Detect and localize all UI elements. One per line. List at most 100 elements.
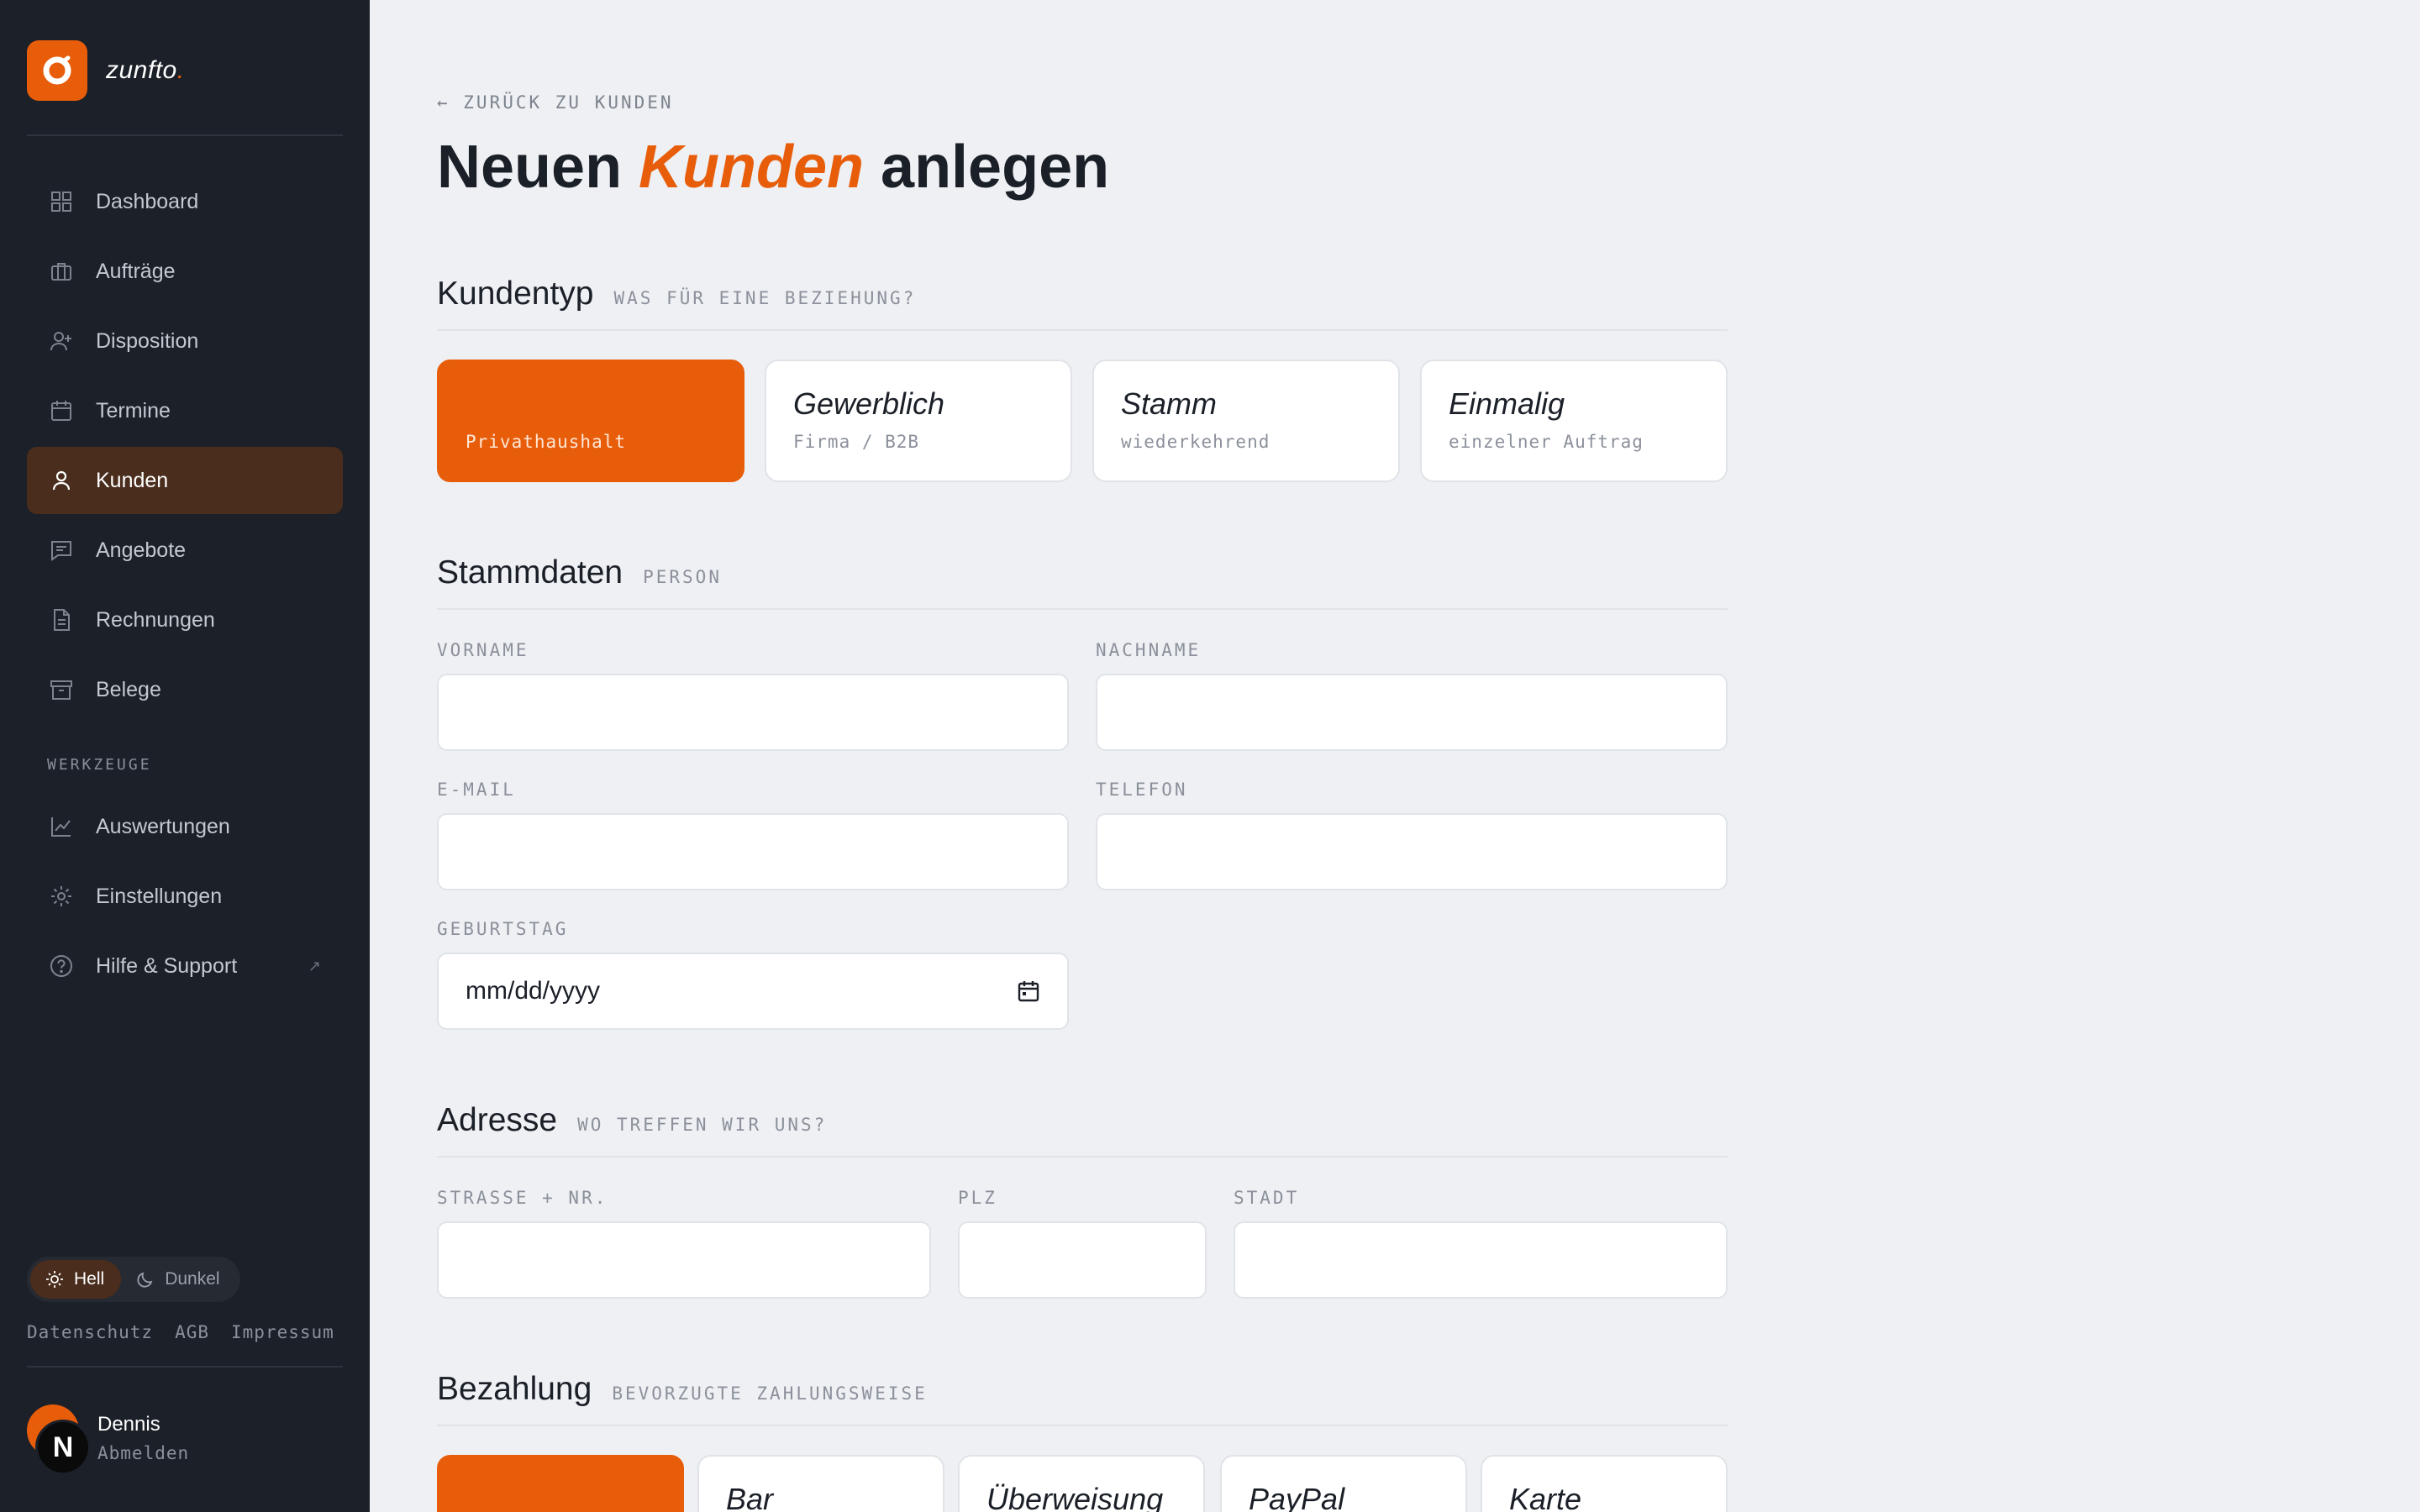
payment-option-bar[interactable]: Bar <box>697 1455 944 1512</box>
payment-option-karte[interactable]: Karte <box>1481 1455 1728 1512</box>
document-icon <box>49 607 74 633</box>
gear-icon <box>49 884 74 909</box>
archive-icon <box>49 677 74 702</box>
avatar-initial: N <box>35 1420 91 1475</box>
help-icon <box>49 953 74 979</box>
sidebar-item-hilfe[interactable]: Hilfe & Support ↗ <box>27 932 343 1000</box>
theme-toggle: Hell Dunkel <box>27 1257 240 1302</box>
calendar-icon <box>49 398 74 423</box>
sun-icon <box>45 1270 64 1289</box>
section-stammdaten: Stammdaten PERSON <box>437 554 1728 610</box>
sidebar-item-auswertungen[interactable]: Auswertungen <box>27 793 343 860</box>
section-title: Bezahlung <box>437 1371 592 1407</box>
date-placeholder: mm/dd/yyyy <box>466 977 601 1005</box>
kundentyp-option-stamm[interactable]: Stamm wiederkehrend <box>1092 360 1400 482</box>
section-subtitle: BEVORZUGTE ZAHLUNGSWEISE <box>612 1383 928 1404</box>
email-field[interactable] <box>437 813 1069 890</box>
theme-dark-button[interactable]: Dunkel <box>121 1260 236 1299</box>
sidebar-divider <box>27 134 343 136</box>
payment-option-selected[interactable] <box>437 1455 684 1512</box>
message-icon <box>49 538 74 563</box>
sidebar-item-rechnungen[interactable]: Rechnungen <box>27 586 343 654</box>
kundentyp-option-einmalig[interactable]: Einmalig einzelner Auftrag <box>1420 360 1728 482</box>
sidebar-item-label: Aufträge <box>96 259 176 283</box>
sidebar-item-label: Belege <box>96 677 161 701</box>
sidebar-item-disposition[interactable]: Disposition <box>27 307 343 375</box>
external-link-icon: ↗ <box>308 957 321 974</box>
vorname-label: VORNAME <box>437 640 529 660</box>
telefon-field[interactable] <box>1096 813 1728 890</box>
theme-light-button[interactable]: Hell <box>30 1260 122 1299</box>
section-subtitle: PERSON <box>643 567 722 587</box>
sidebar-item-label: Dashboard <box>96 189 199 213</box>
payment-option-ueberweisung[interactable]: Überweisung <box>958 1455 1205 1512</box>
plz-label: PLZ <box>958 1188 997 1208</box>
section-kundentyp: Kundentyp WAS FÜR EINE BEZIEHUNG? <box>437 276 1728 331</box>
plz-field[interactable] <box>958 1221 1207 1299</box>
user-profile[interactable]: N Dennis Abmelden <box>27 1404 189 1475</box>
nachname-label: NACHNAME <box>1096 640 1202 660</box>
geburtstag-label: GEBURTSTAG <box>437 919 569 939</box>
section-title: Adresse <box>437 1102 558 1138</box>
sidebar-item-einstellungen[interactable]: Einstellungen <box>27 863 343 930</box>
nachname-field[interactable] <box>1096 674 1728 751</box>
logout-link[interactable]: Abmelden <box>97 1443 189 1463</box>
sidebar-item-label: Rechnungen <box>96 607 215 632</box>
calendar-picker-icon[interactable] <box>1017 979 1040 1003</box>
sidebar-tools-nav: Auswertungen Einstellungen Hilfe & Suppo… <box>27 793 343 1002</box>
back-link[interactable]: ← ZURÜCK ZU KUNDEN <box>437 92 674 113</box>
page-title: Neuen Kunden anlegen <box>437 134 1110 201</box>
sidebar-item-termine[interactable]: Termine <box>27 377 343 444</box>
vorname-field[interactable] <box>437 674 1069 751</box>
brand-name: zunfto. <box>106 56 185 84</box>
user-plus-icon <box>49 328 74 354</box>
sidebar-nav: Dashboard Aufträge Disposition Termine K… <box>27 168 343 726</box>
user-icon <box>49 468 74 493</box>
sidebar-item-kunden[interactable]: Kunden <box>27 447 343 514</box>
sidebar-item-dashboard[interactable]: Dashboard <box>27 168 343 235</box>
sidebar: zunfto. Dashboard Aufträge Disposition T… <box>0 0 370 1512</box>
brand-logo-icon <box>27 40 87 101</box>
section-label-werkzeuge: WERKZEUGE <box>47 756 152 774</box>
link-agb[interactable]: AGB <box>175 1322 209 1342</box>
sidebar-divider <box>27 1366 343 1368</box>
link-impressum[interactable]: Impressum <box>231 1322 334 1342</box>
chart-icon <box>49 814 74 839</box>
theme-light-label: Hell <box>74 1269 105 1289</box>
section-subtitle: WAS FÜR EINE BEZIEHUNG? <box>613 288 917 308</box>
section-title: Kundentyp <box>437 276 594 312</box>
email-label: E-MAIL <box>437 780 516 800</box>
section-subtitle: WO TREFFEN WIR UNS? <box>577 1115 828 1135</box>
grid-icon <box>49 189 74 214</box>
strasse-field[interactable] <box>437 1221 931 1299</box>
geburtstag-date-input[interactable]: mm/dd/yyyy <box>437 953 1069 1030</box>
section-title: Stammdaten <box>437 554 623 591</box>
stadt-field[interactable] <box>1234 1221 1728 1299</box>
avatar: N <box>27 1404 94 1475</box>
brand[interactable]: zunfto. <box>27 40 185 101</box>
user-name: Dennis <box>97 1413 160 1436</box>
sidebar-item-belege[interactable]: Belege <box>27 656 343 723</box>
theme-dark-label: Dunkel <box>165 1269 220 1289</box>
payment-option-paypal[interactable]: PayPal <box>1220 1455 1467 1512</box>
sidebar-item-label: Termine <box>96 398 171 423</box>
section-bezahlung: Bezahlung BEVORZUGTE ZAHLUNGSWEISE <box>437 1371 1728 1426</box>
telefon-label: TELEFON <box>1096 780 1188 800</box>
sidebar-item-auftraege[interactable]: Aufträge <box>27 238 343 305</box>
sidebar-item-angebote[interactable]: Angebote <box>27 517 343 584</box>
legal-links: Datenschutz AGB Impressum <box>27 1322 334 1342</box>
sidebar-item-label: Auswertungen <box>96 814 230 838</box>
sidebar-item-label: Kunden <box>96 468 169 492</box>
briefcase-icon <box>49 259 74 284</box>
kundentyp-option-privat[interactable]: Privathaushalt <box>437 360 744 482</box>
sidebar-item-label: Hilfe & Support <box>96 953 238 978</box>
link-datenschutz[interactable]: Datenschutz <box>27 1322 153 1342</box>
moon-icon <box>136 1270 155 1289</box>
sidebar-item-label: Angebote <box>96 538 187 562</box>
sidebar-item-label: Disposition <box>96 328 199 353</box>
strasse-label: STRASSE + NR. <box>437 1188 608 1208</box>
section-adresse: Adresse WO TREFFEN WIR UNS? <box>437 1102 1728 1158</box>
sidebar-item-label: Einstellungen <box>96 884 223 908</box>
stadt-label: STADT <box>1234 1188 1300 1208</box>
kundentyp-option-gewerblich[interactable]: Gewerblich Firma / B2B <box>765 360 1072 482</box>
